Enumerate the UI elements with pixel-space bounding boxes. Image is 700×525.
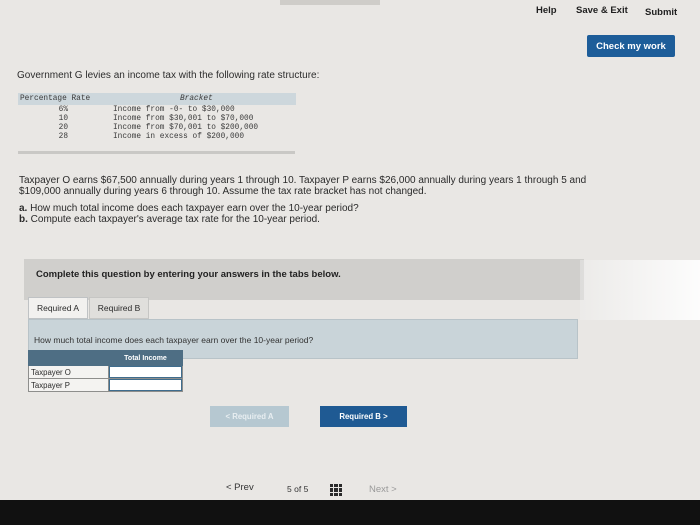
grid-icon[interactable] xyxy=(330,484,342,496)
rate-cell: 6% xyxy=(58,105,68,114)
taxpayer-label: Taxpayer O xyxy=(29,366,109,378)
question-a-label: a. xyxy=(19,203,28,214)
next-page-button[interactable]: Next > xyxy=(369,484,397,495)
bracket-cell: Income from $70,001 to $200,000 xyxy=(113,123,259,132)
tab-question-text: How much total income does each taxpayer… xyxy=(34,335,314,345)
instruction-text: Complete this question by entering your … xyxy=(36,269,341,280)
table-divider xyxy=(18,151,295,154)
total-income-input-o[interactable] xyxy=(109,366,182,378)
intro-text: Government G levies an income tax with t… xyxy=(17,70,320,81)
prev-page-button[interactable]: < Prev xyxy=(226,482,254,493)
tab-required-a[interactable]: Required A xyxy=(28,297,88,319)
page-of: of xyxy=(294,484,302,494)
current-page: 5 xyxy=(287,484,292,494)
page-counter: 5 of 5 xyxy=(287,484,308,494)
rate-cell: 28 xyxy=(58,132,68,141)
total-income-header: Total Income xyxy=(124,354,167,362)
bracket-cell: Income from -0- to $30,000 xyxy=(113,105,235,114)
help-link[interactable]: Help xyxy=(536,5,557,16)
check-my-work-button[interactable]: Check my work xyxy=(587,35,675,57)
prev-required-button[interactable]: < Required A xyxy=(210,406,289,427)
taxpayer-label: Taxpayer P xyxy=(29,379,109,391)
rate-row: 10 Income from $30,001 to $70,000 xyxy=(18,114,296,123)
rate-row: 28 Income in excess of $200,000 xyxy=(18,132,296,141)
rate-table-header: Percentage Rate Bracket xyxy=(18,93,296,105)
question-a: a. How much total income does each taxpa… xyxy=(19,203,359,214)
rate-row: 6% Income from -0- to $30,000 xyxy=(18,105,296,114)
answer-table: Total Income Taxpayer O Taxpayer P xyxy=(28,350,183,392)
question-a-text: How much total income does each taxpayer… xyxy=(30,203,359,214)
next-required-button[interactable]: Required B > xyxy=(320,406,407,427)
rate-cell: 10 xyxy=(58,114,68,123)
tab-required-b[interactable]: Required B xyxy=(89,297,149,319)
screen-bezel xyxy=(0,500,700,525)
total-pages: 5 xyxy=(303,484,309,494)
answer-table-header: Total Income xyxy=(28,350,183,366)
submit-link[interactable]: Submit xyxy=(645,7,677,18)
table-row: Taxpayer P xyxy=(28,379,183,392)
scenario-text: Taxpayer O earns $67,500 annually during… xyxy=(19,175,587,197)
bracket-column-header: Bracket xyxy=(180,95,213,103)
table-row: Taxpayer O xyxy=(28,366,183,379)
rate-cell: 20 xyxy=(58,123,68,132)
question-b-label: b. xyxy=(19,214,28,225)
screen-glare xyxy=(580,260,700,320)
question-b: b. Compute each taxpayer's average tax r… xyxy=(19,214,320,225)
bracket-cell: Income from $30,001 to $70,000 xyxy=(113,114,254,123)
rate-column-header: Percentage Rate xyxy=(20,95,91,103)
question-b-text: Compute each taxpayer's average tax rate… xyxy=(30,214,320,225)
top-edge xyxy=(280,0,380,5)
rate-row: 20 Income from $70,001 to $200,000 xyxy=(18,123,296,132)
total-income-input-p[interactable] xyxy=(109,379,182,391)
rate-table: Percentage Rate Bracket 6% Income from -… xyxy=(18,93,296,141)
save-exit-link[interactable]: Save & Exit xyxy=(576,5,628,16)
bracket-cell: Income in excess of $200,000 xyxy=(113,132,245,141)
